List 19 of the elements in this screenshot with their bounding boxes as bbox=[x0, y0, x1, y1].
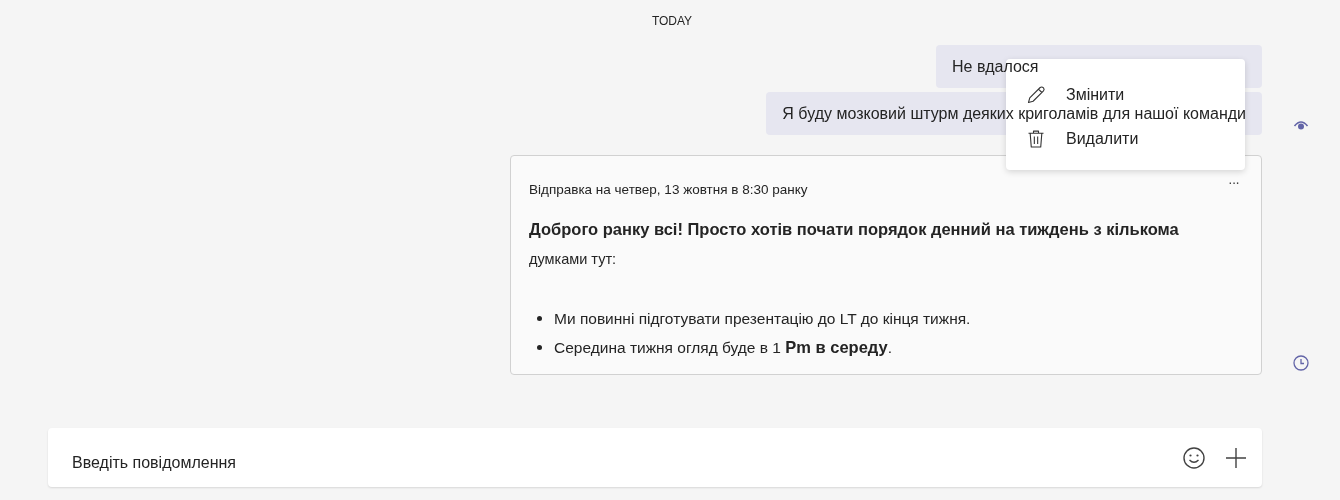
delete-menu-item[interactable]: Видалити bbox=[1024, 129, 1139, 149]
plus-icon bbox=[1224, 445, 1248, 470]
bullet-text: Середина тижня огляд буде в 1 Pm в середу. bbox=[554, 338, 892, 357]
bullet-dot bbox=[537, 345, 542, 350]
bullet-dot bbox=[537, 316, 542, 321]
message-text: Доброго ранку всі! Просто хотів почати порядок денний на тиждень з кількома думками тут: bbox=[529, 219, 1180, 269]
message-input[interactable]: Введіть повідомлення bbox=[70, 452, 1164, 473]
schedule-header: Відправка на четвер, 13 жовтня в 8:30 ранку bbox=[529, 182, 808, 197]
message-text: Не вдалося bbox=[952, 58, 1039, 75]
date-divider: TODAY bbox=[651, 14, 693, 28]
edit-menu-item[interactable]: Змінити bbox=[1024, 85, 1125, 105]
emoji-button[interactable] bbox=[1182, 445, 1206, 470]
add-button[interactable] bbox=[1224, 445, 1248, 470]
clock-icon bbox=[1293, 355, 1309, 371]
smiley-icon bbox=[1182, 445, 1206, 470]
message-text: Я буду мозковий штурм деяких криголамів для нашої команди bbox=[782, 105, 1246, 122]
more-options-button[interactable]: ··· bbox=[1228, 174, 1239, 190]
bullet-text: Ми повинні підготувати презентацію до LT до кінця тижня. bbox=[554, 309, 971, 328]
message-field[interactable]: Введіть повідомлення bbox=[48, 428, 1262, 487]
